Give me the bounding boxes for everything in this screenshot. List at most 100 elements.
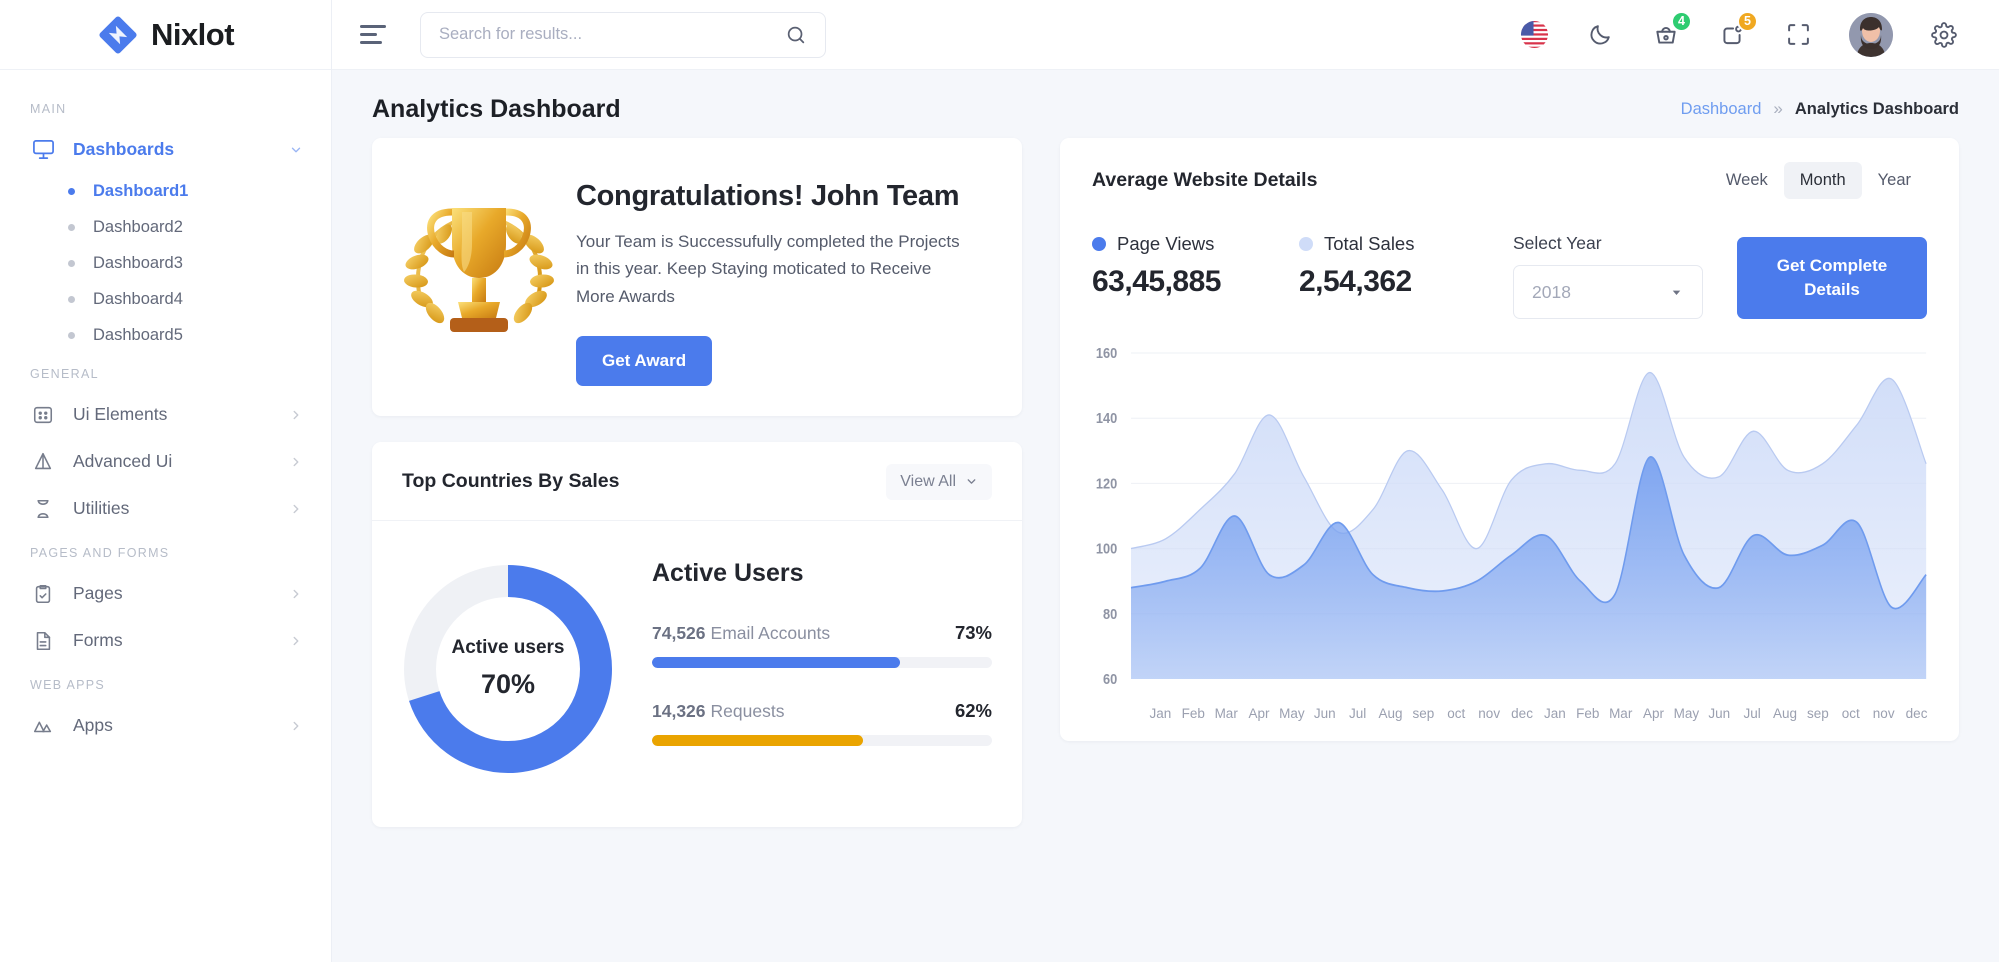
main-area: 4 5: [332, 0, 1999, 962]
legend-dot-icon: [1299, 237, 1313, 251]
bullet-icon: [68, 332, 75, 339]
x-axis-label: oct: [1440, 706, 1473, 721]
x-axis-label: Feb: [1571, 706, 1604, 721]
sidebar-item-label: Pages: [73, 583, 289, 604]
breadcrumb: Dashboard » Analytics Dashboard: [1681, 99, 1959, 119]
x-axis-label: sep: [1407, 706, 1440, 721]
sidebar-item-dashboard2[interactable]: Dashboard2: [0, 209, 331, 245]
sidebar-subitem-label: Dashboard4: [93, 290, 183, 309]
breadcrumb-dashboard-link[interactable]: Dashboard: [1681, 100, 1762, 119]
sidebar-item-label: Utilities: [73, 498, 289, 519]
x-axis-label: dec: [1506, 706, 1539, 721]
cart-button[interactable]: 4: [1651, 20, 1681, 50]
progress-label-row: 74,526 Email Accounts 73%: [652, 622, 992, 644]
avatar-image: [1849, 13, 1893, 57]
sidebar-item-dashboard3[interactable]: Dashboard3: [0, 245, 331, 281]
gear-icon: [1931, 22, 1957, 48]
chevron-down-icon: [965, 475, 978, 488]
x-axis-label: Mar: [1604, 706, 1637, 721]
page-header: Analytics Dashboard Dashboard » Analytic…: [372, 70, 1959, 138]
congratulations-text: Your Team is Successufully completed the…: [576, 228, 966, 311]
stat-name: Total Sales: [1324, 233, 1415, 255]
chevron-right-icon: [289, 408, 303, 422]
cart-badge: 4: [1671, 11, 1692, 32]
x-axis-label: Jan: [1539, 706, 1572, 721]
tab-year[interactable]: Year: [1862, 162, 1927, 199]
search-icon[interactable]: [785, 24, 807, 46]
brand-logo[interactable]: Nixlot: [0, 0, 331, 70]
x-axis-label: nov: [1867, 706, 1900, 721]
x-axis-label: nov: [1473, 706, 1506, 721]
notifications-button[interactable]: 5: [1717, 20, 1747, 50]
language-selector[interactable]: [1519, 20, 1549, 50]
fullscreen-button[interactable]: [1783, 20, 1813, 50]
stat-total-sales: Total Sales 2,54,362: [1299, 233, 1415, 299]
get-complete-details-button[interactable]: Get Complete Details: [1737, 237, 1927, 319]
x-axis-label: May: [1276, 706, 1309, 721]
sidebar-subitem-label: Dashboard1: [93, 182, 188, 201]
svg-text:140: 140: [1096, 409, 1118, 426]
theme-toggle[interactable]: [1585, 20, 1615, 50]
sidebar-item-dashboard4[interactable]: Dashboard4: [0, 281, 331, 317]
website-details-title: Average Website Details: [1092, 169, 1317, 192]
x-axis-label: dec: [1900, 706, 1933, 721]
search-input[interactable]: [439, 25, 785, 44]
x-axis-label: Aug: [1374, 706, 1407, 721]
avatar[interactable]: [1849, 13, 1893, 57]
website-stats-row: Page Views 63,45,885 Total Sales 2,54,36…: [1060, 221, 1959, 319]
congratulations-title: Congratulations! John Team: [576, 180, 986, 214]
stat-value: 63,45,885: [1092, 265, 1221, 299]
year-select[interactable]: 2018: [1513, 265, 1703, 319]
progress-number: 14,326: [652, 701, 706, 722]
donut-center-text: Active users 70%: [394, 555, 622, 783]
breadcrumb-separator-icon: »: [1773, 99, 1782, 119]
get-award-button[interactable]: Get Award: [576, 336, 712, 386]
settings-button[interactable]: [1929, 20, 1959, 50]
congratulations-body: Congratulations! John Team Your Team is …: [564, 172, 986, 386]
donut-label: Active users: [451, 637, 564, 659]
sidebar-item-dashboard5[interactable]: Dashboard5: [0, 317, 331, 353]
top-countries-body: Active users 70% Active Users 74,526 Ema: [372, 521, 1022, 827]
sidebar-item-ui-elements[interactable]: Ui Elements: [0, 391, 331, 438]
sidebar-item-apps[interactable]: Apps: [0, 702, 331, 749]
topbar: 4 5: [332, 0, 1999, 70]
progress-percent: 62%: [955, 700, 992, 722]
year-select-value: 2018: [1532, 282, 1669, 303]
stat-value: 2,54,362: [1299, 265, 1415, 299]
left-column: Congratulations! John Team Your Team is …: [372, 138, 1022, 827]
notification-badge: 5: [1737, 11, 1758, 32]
document-icon: [30, 628, 56, 654]
congratulations-card: Congratulations! John Team Your Team is …: [372, 138, 1022, 416]
utilities-icon: [30, 496, 56, 522]
sidebar-item-advanced-ui[interactable]: Advanced Ui: [0, 438, 331, 485]
top-countries-title: Top Countries By Sales: [402, 470, 619, 493]
bullet-icon: [68, 224, 75, 231]
sidebar-item-dashboards[interactable]: Dashboards: [0, 126, 331, 173]
sidebar-item-forms[interactable]: Forms: [0, 617, 331, 664]
fullscreen-icon: [1786, 22, 1811, 47]
sidebar-item-dashboard1[interactable]: Dashboard1: [0, 173, 331, 209]
tab-week[interactable]: Week: [1710, 162, 1784, 199]
period-tabs: Week Month Year: [1710, 162, 1927, 199]
hamburger-icon[interactable]: [360, 20, 390, 50]
select-year-block: Select Year 2018: [1513, 233, 1703, 319]
sidebar-section-pages-and-forms: PAGES AND FORMS: [0, 532, 331, 570]
select-year-label: Select Year: [1513, 233, 1703, 254]
progress-row-requests: 14,326 Requests 62%: [652, 700, 992, 746]
bullet-icon: [68, 260, 75, 267]
sidebar-item-label: Apps: [73, 715, 289, 736]
moon-icon: [1588, 22, 1613, 47]
search-box[interactable]: [420, 12, 826, 58]
svg-text:120: 120: [1096, 474, 1118, 491]
progress-name: Email Accounts: [711, 623, 831, 644]
progress-fill: [652, 657, 900, 668]
progress-fill: [652, 735, 863, 746]
stat-header: Page Views: [1092, 233, 1221, 255]
legend-dot-icon: [1092, 237, 1106, 251]
view-all-button[interactable]: View All: [886, 464, 992, 500]
ui-elements-icon: [30, 402, 56, 428]
sidebar-item-utilities[interactable]: Utilities: [0, 485, 331, 532]
sidebar-item-pages[interactable]: Pages: [0, 570, 331, 617]
donut-percent: 70%: [481, 669, 535, 700]
tab-month[interactable]: Month: [1784, 162, 1862, 199]
